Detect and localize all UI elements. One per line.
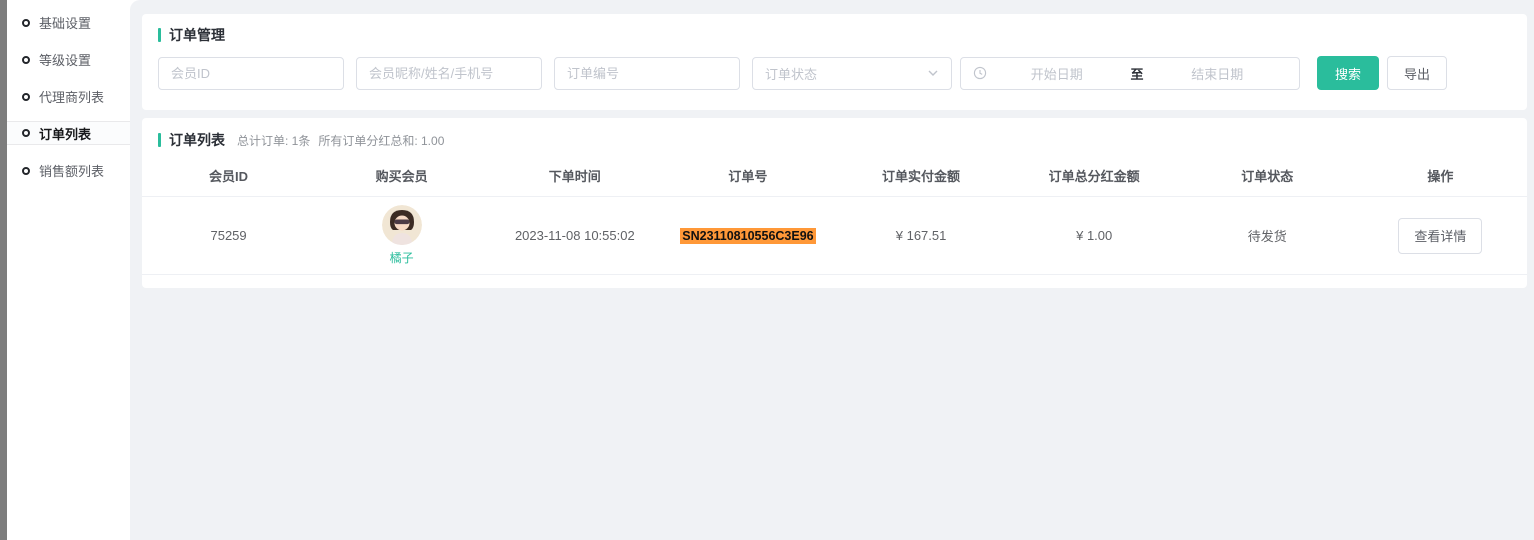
order-status-select[interactable]: 订单状态 bbox=[752, 57, 952, 90]
order-management-card: 订单管理 订单状态 bbox=[142, 14, 1527, 110]
sidebar-item-label: 基础设置 bbox=[39, 13, 91, 32]
order-status-cell: 待发货 bbox=[1181, 226, 1354, 245]
action-cell: 查看详情 bbox=[1354, 218, 1527, 254]
buyer-avatar bbox=[382, 205, 422, 245]
app-window: 基础设置 等级设置 代理商列表 订单列表 销售额列表 订单管理 bbox=[0, 0, 1534, 540]
content-panel: 订单管理 订单状态 bbox=[130, 0, 1534, 540]
column-header: 操作 bbox=[1354, 166, 1527, 185]
order-number-cell: SN23110810556C3E96 bbox=[661, 228, 834, 243]
export-button[interactable]: 导出 bbox=[1387, 56, 1447, 90]
total-dividend-text: 所有订单分红总和: 1.00 bbox=[318, 134, 444, 148]
sidebar-item-sales-list[interactable]: 销售额列表 bbox=[7, 152, 130, 189]
column-header: 订单号 bbox=[661, 166, 834, 185]
chevron-down-icon bbox=[927, 67, 939, 79]
section-title: 订单管理 bbox=[169, 25, 225, 45]
order-number-input[interactable] bbox=[554, 57, 740, 90]
order-summary: 总计订单: 1条所有订单分红总和: 1.00 bbox=[237, 132, 454, 149]
date-range-separator: 至 bbox=[1127, 64, 1148, 83]
member-name-phone-input[interactable] bbox=[356, 57, 542, 90]
start-date-placeholder: 开始日期 bbox=[987, 64, 1127, 83]
order-list-card: 订单列表 总计订单: 1条所有订单分红总和: 1.00 会员ID 购买会员 下单… bbox=[142, 118, 1527, 288]
order-number-highlighted: SN23110810556C3E96 bbox=[680, 228, 815, 244]
main-area: 订单管理 订单状态 bbox=[130, 0, 1534, 540]
radio-circle-icon bbox=[22, 93, 30, 101]
column-header: 订单状态 bbox=[1181, 166, 1354, 185]
buyer-cell: 橘子 bbox=[315, 205, 488, 266]
section-title: 订单列表 bbox=[169, 130, 225, 150]
member-id-input[interactable] bbox=[158, 57, 344, 90]
sidebar-item-order-list[interactable]: 订单列表 bbox=[7, 121, 130, 145]
sidebar-item-basic-settings[interactable]: 基础设置 bbox=[7, 4, 130, 41]
total-orders-text: 总计订单: 1条 bbox=[237, 134, 310, 148]
column-header: 订单实付金额 bbox=[835, 166, 1008, 185]
column-header: 下单时间 bbox=[488, 166, 661, 185]
accent-bar bbox=[158, 28, 161, 42]
paid-amount-cell: ¥ 167.51 bbox=[835, 228, 1008, 243]
section-header: 订单管理 bbox=[158, 25, 1511, 45]
section-header: 订单列表 总计订单: 1条所有订单分红总和: 1.00 bbox=[142, 130, 1527, 150]
member-id-cell: 75259 bbox=[142, 228, 315, 243]
sidebar-item-level-settings[interactable]: 等级设置 bbox=[7, 41, 130, 78]
radio-circle-icon bbox=[22, 19, 30, 27]
sidebar-item-label: 订单列表 bbox=[39, 124, 91, 143]
order-time-cell: 2023-11-08 10:55:02 bbox=[488, 228, 661, 243]
table-header-row: 会员ID 购买会员 下单时间 订单号 订单实付金额 订单总分红金额 订单状态 操… bbox=[142, 154, 1527, 197]
column-header: 订单总分红金额 bbox=[1008, 166, 1181, 185]
sidebar-item-label: 代理商列表 bbox=[39, 87, 104, 106]
column-header: 购买会员 bbox=[315, 166, 488, 185]
table-row: 75259 橘子 2023 bbox=[142, 197, 1527, 275]
end-date-placeholder: 结束日期 bbox=[1148, 64, 1288, 83]
select-placeholder: 订单状态 bbox=[765, 64, 817, 83]
buyer-name[interactable]: 橘子 bbox=[390, 249, 414, 266]
clock-icon bbox=[973, 66, 987, 80]
sidebar-item-label: 等级设置 bbox=[39, 50, 91, 69]
radio-circle-icon bbox=[22, 56, 30, 64]
sidebar-item-label: 销售额列表 bbox=[39, 161, 104, 180]
sidebar: 基础设置 等级设置 代理商列表 订单列表 销售额列表 bbox=[7, 0, 130, 540]
radio-circle-icon bbox=[22, 129, 30, 137]
accent-bar bbox=[158, 133, 161, 147]
search-button[interactable]: 搜索 bbox=[1317, 56, 1379, 90]
date-range-picker[interactable]: 开始日期 至 结束日期 bbox=[960, 57, 1300, 90]
filter-row: 订单状态 开始日期 至 结束日期 搜索 bbox=[158, 56, 1511, 90]
view-details-button[interactable]: 查看详情 bbox=[1398, 218, 1482, 254]
dividend-amount-cell: ¥ 1.00 bbox=[1008, 228, 1181, 243]
column-header: 会员ID bbox=[142, 166, 315, 185]
radio-circle-icon bbox=[22, 167, 30, 175]
left-edge-strip bbox=[0, 0, 7, 540]
sidebar-item-agent-list[interactable]: 代理商列表 bbox=[7, 78, 130, 115]
